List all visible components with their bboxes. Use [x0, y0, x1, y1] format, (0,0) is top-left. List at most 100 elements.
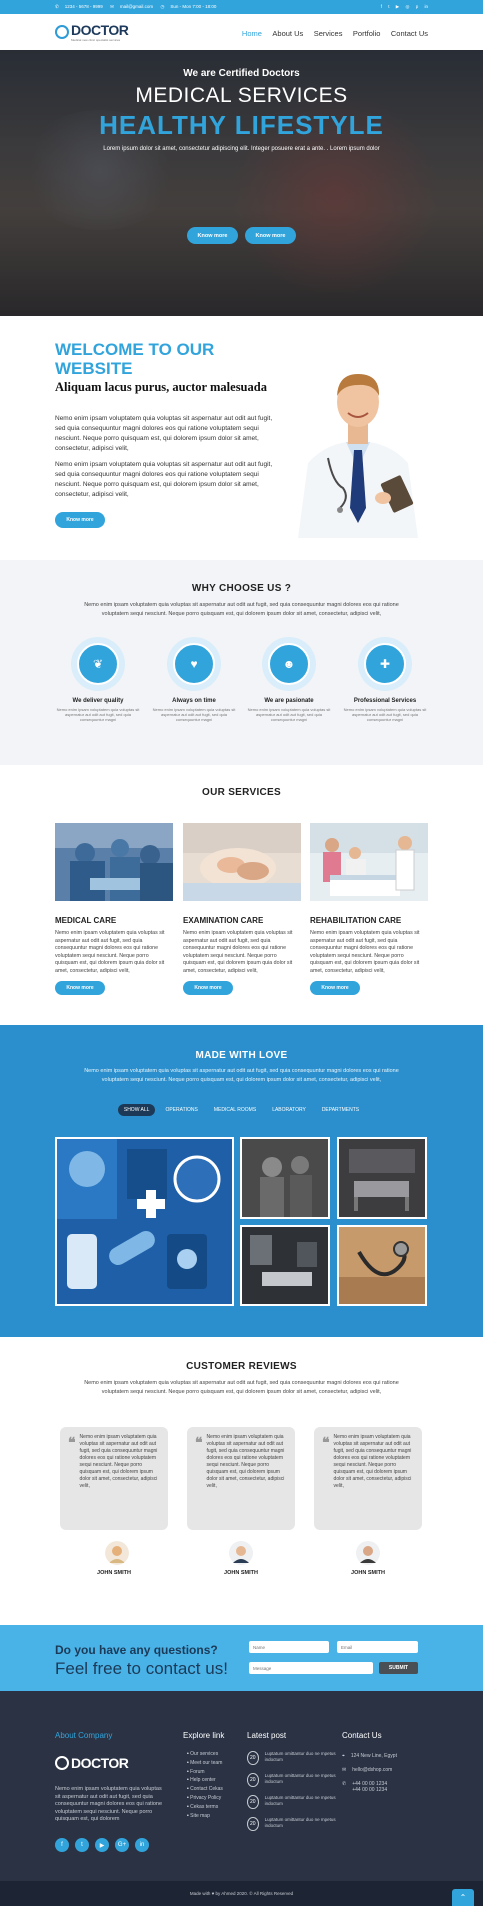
avatar [105, 1541, 129, 1565]
why-item-text: Nemo enim ipsam voluptatem quia voluptas… [152, 707, 236, 722]
service-know-more-button[interactable]: Know more [55, 981, 105, 995]
service-image-ward [310, 823, 428, 901]
post-title: Luptatum omittantur duo ne mpetus indoct… [264, 1751, 336, 1762]
nav-item-contact[interactable]: Contact Us [391, 29, 428, 38]
clock-icon: ◷ [160, 4, 165, 9]
gallery-image-stethoscope [339, 1227, 425, 1304]
linkedin-icon[interactable]: in [424, 4, 428, 9]
footer-link[interactable]: Meet our team [187, 1759, 223, 1768]
pinterest-icon[interactable]: p [416, 4, 419, 9]
mail-icon: ✉ [342, 1767, 347, 1773]
team-icon: ☻ [268, 643, 310, 685]
footer-link[interactable]: Site map [187, 1812, 223, 1821]
gallery-item-hospital-room[interactable] [337, 1137, 427, 1219]
ambulance-icon: ✚ [364, 643, 406, 685]
welcome-paragraph-2: Nemo enim ipsam voluptatem quia voluptas… [55, 461, 273, 498]
gallery-item-operation[interactable] [240, 1137, 330, 1219]
post-item[interactable]: 20 Luptatum omittantur duo ne mpetus ind… [247, 1773, 337, 1787]
footer-contact: ⌖ 124 New Line, Egypt ✉ hello@dshop.com ✆ +… [342, 1753, 397, 1793]
post-date: 20 [247, 1773, 259, 1787]
address-text: 124 New Line, Egypt [350, 1753, 397, 1759]
footer-link[interactable]: Privacy Policy [187, 1794, 223, 1803]
service-image-hands [183, 823, 301, 901]
filter-laboratory[interactable]: LABORATORY [266, 1104, 312, 1116]
nav-item-services[interactable]: Services [314, 29, 343, 38]
post-title: Luptatum omittantur duo ne mpetus indoct… [264, 1773, 336, 1784]
service-card-medical: MEDICAL CARE Nemo enim ipsam voluptatem … [55, 823, 173, 995]
twitter-icon[interactable]: t [75, 1838, 89, 1852]
logo[interactable]: DOCTOR Medical new clinic specialist ser… [55, 22, 129, 42]
scroll-top-button[interactable]: ⌃ [452, 1889, 474, 1906]
facebook-icon[interactable]: f [55, 1838, 69, 1852]
service-know-more-button[interactable]: Know more [310, 981, 360, 995]
twitter-icon[interactable]: t [388, 4, 389, 9]
google-plus-icon[interactable]: G+ [115, 1838, 129, 1852]
doctor-photo [298, 374, 418, 538]
service-text: Nemo enim ipsam voluptatem quia voluptas… [310, 930, 420, 974]
instagram-icon[interactable]: ◎ [406, 4, 410, 9]
footer-link[interactable]: Cekas terms [187, 1803, 223, 1812]
youtube-icon[interactable]: ▶ [396, 4, 399, 9]
gallery-item-ward[interactable] [240, 1225, 330, 1306]
hero-know-more-button-1[interactable]: Know more [187, 227, 238, 244]
review-card: ❝ Nemo enim ipsam voluptatem quia volupt… [187, 1427, 295, 1530]
message-input[interactable] [249, 1662, 373, 1674]
chevron-up-icon: ⌃ [459, 1893, 467, 1902]
filter-medical-rooms[interactable]: MEDICAL ROOMS [208, 1104, 262, 1116]
filter-show-all[interactable]: SHOW ALL [117, 1104, 156, 1116]
service-title: EXAMINATION CARE [183, 916, 264, 925]
reviewer-avatar [105, 1541, 129, 1565]
logo-subtext: Medical new clinic specialist services [71, 38, 121, 42]
gallery-image-hospital-room [339, 1139, 425, 1217]
nav-item-portfolio[interactable]: Portfolio [353, 29, 381, 38]
submit-button[interactable]: SUBMIT [379, 1662, 418, 1674]
why-text: Nemo enim ipsam voluptatem quia voluptas… [84, 602, 399, 617]
service-image-surgery [55, 823, 173, 901]
filter-operations[interactable]: OPERATIONS [159, 1104, 203, 1116]
post-item[interactable]: 20 Luptatum omittantur duo ne mpetus ind… [247, 1751, 337, 1765]
quote-icon: ❝ [68, 1434, 76, 1450]
heartbeat-icon: ♥ [173, 643, 215, 685]
facebook-icon[interactable]: f [381, 4, 382, 9]
email-text[interactable]: hello@dshop.com [352, 1767, 392, 1773]
gallery-image-operation [242, 1139, 328, 1217]
name-input[interactable] [249, 1641, 329, 1653]
welcome-know-more-button[interactable]: Know more [55, 512, 105, 528]
youtube-icon[interactable]: ▶ [95, 1838, 109, 1852]
service-know-more-button[interactable]: Know more [183, 981, 233, 995]
post-item[interactable]: 20 Luptatum omittantur duo ne mpetus ind… [247, 1817, 337, 1831]
filter-departments[interactable]: DEPARTMENTS [316, 1104, 365, 1116]
why-item-text: Nemo enim ipsam voluptatem quia voluptas… [343, 707, 427, 722]
review-card: ❝ Nemo enim ipsam voluptatem quia volupt… [314, 1427, 422, 1530]
footer-explore-title: Explore link [183, 1731, 225, 1740]
cta-subtitle: Feel free to contact us! [55, 1659, 228, 1678]
quote-icon: ❝ [322, 1434, 330, 1450]
gallery-item-stethoscope[interactable] [337, 1225, 427, 1306]
phone-icon: ✆ [55, 4, 59, 9]
reviews-title: CUSTOMER REVIEWS [186, 1361, 297, 1372]
hero-know-more-button-2[interactable]: Know more [245, 227, 296, 244]
footer-link[interactable]: Our services [187, 1750, 223, 1759]
hero-title: MEDICAL SERVICES [135, 84, 348, 107]
nav-item-about[interactable]: About Us [272, 29, 303, 38]
why-item-text: Nemo enim ipsam voluptatem quia voluptas… [247, 707, 331, 722]
footer-posts: 20 Luptatum omittantur duo ne mpetus ind… [247, 1751, 337, 1831]
email-input[interactable] [337, 1641, 418, 1653]
contact-cta-section [0, 1625, 483, 1691]
review-card: ❝ Nemo enim ipsam voluptatem quia volupt… [60, 1427, 168, 1530]
footer-link[interactable]: Contact Cekas [187, 1785, 223, 1794]
welcome-paragraph-1: Nemo enim ipsam voluptatem quia voluptas… [55, 415, 273, 452]
hero-kicker: We are Certified Doctors [183, 68, 300, 79]
gallery-item-medical-collage[interactable] [55, 1137, 234, 1306]
location-icon: ⌖ [342, 1753, 345, 1759]
email-text[interactable]: mail@gmail.com [120, 4, 153, 9]
footer-link[interactable]: Help center [187, 1776, 223, 1785]
post-item[interactable]: 20 Luptatum omittantur duo ne mpetus ind… [247, 1795, 337, 1809]
nav-item-home[interactable]: Home [242, 29, 262, 38]
footer-logo[interactable]: DOCTOR [55, 1755, 129, 1771]
why-item-pasionate: ☻ We are pasionate Nemo enim ipsam volup… [244, 637, 334, 722]
service-title: REHABILITATION CARE [310, 916, 402, 925]
linkedin-icon[interactable]: in [135, 1838, 149, 1852]
footer-link[interactable]: Forum [187, 1768, 223, 1777]
welcome-title: WELCOME TO OUR WEBSITE [55, 340, 215, 378]
